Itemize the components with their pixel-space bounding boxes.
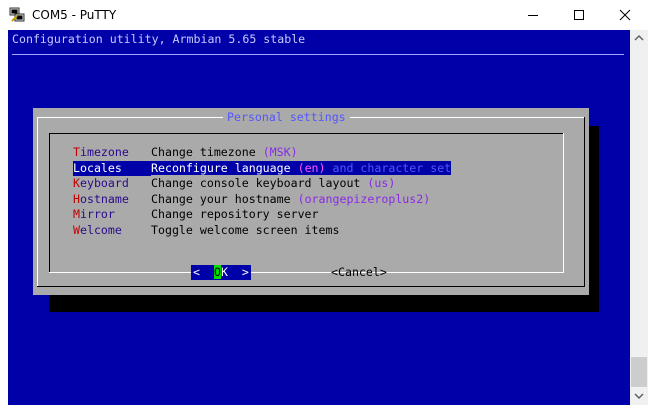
menu-item-desc-text: Reconfigure language xyxy=(151,161,298,175)
menu-item-tag: Timezone xyxy=(73,145,151,160)
menu-item-desc-text: Change timezone xyxy=(151,145,263,159)
menu-item-tag: Locales xyxy=(73,161,151,176)
menu-item-hotkey: M xyxy=(73,207,80,221)
menu-box-left xyxy=(49,133,50,272)
ok-button-cursor: O xyxy=(213,265,221,279)
menu-item-hotkey: K xyxy=(73,176,80,190)
scroll-down-icon[interactable] xyxy=(634,392,644,400)
menu-item[interactable]: Timezone Change timezone (MSK) xyxy=(73,145,298,160)
title-bar[interactable]: COM5 - PuTTY xyxy=(0,0,648,30)
menu-item-description: Reconfigure language (en) and character … xyxy=(151,161,452,175)
menu-item-description: Change console keyboard layout (us) xyxy=(151,176,395,190)
menu-box-corner xyxy=(49,248,50,249)
menu-item-tag-rest: ostname xyxy=(79,192,129,206)
menu-item-description: Change repository server xyxy=(151,207,319,221)
vertical-scrollbar[interactable] xyxy=(630,30,648,405)
menu-box-right xyxy=(563,133,564,272)
menu-item[interactable]: Hostname Change your hostname (orangepize… xyxy=(73,192,430,207)
menu-item-desc-text: Change your hostname xyxy=(151,192,298,206)
menu-item[interactable]: Mirror Change repository server xyxy=(73,207,319,222)
menu-box-bottom xyxy=(49,272,564,273)
dialog-title: Personal settings xyxy=(223,110,350,124)
ok-button-rest: K > xyxy=(220,265,249,279)
menu-item[interactable]: Locales Reconfigure language (en) and cha… xyxy=(73,161,452,176)
minimize-icon xyxy=(528,15,538,16)
menu-item-tag-rest: eyboard xyxy=(79,176,129,190)
menu-item-desc-value: (MSK) xyxy=(262,145,298,159)
menu-item-description: Change timezone (MSK) xyxy=(151,145,298,159)
menu-item-desc-value: (en) xyxy=(297,161,326,175)
menu-item-desc-value: (us) xyxy=(367,176,396,190)
dialog-frame-right xyxy=(584,117,585,287)
menu-item-tag: Hostname xyxy=(73,192,151,207)
terminal-header: Configuration utility, Armbian 5.65 stab… xyxy=(12,32,306,46)
menu-item-desc-text: Change repository server xyxy=(151,207,319,221)
menu-item-tag-rest: elcome xyxy=(79,223,122,237)
dialog-frame-left xyxy=(37,117,38,287)
menu-item-hotkey: W xyxy=(73,223,80,237)
menu-item-hotkey: L xyxy=(73,161,80,175)
maximize-button[interactable] xyxy=(556,0,602,30)
putty-icon[interactable] xyxy=(9,7,25,23)
scroll-up-icon[interactable] xyxy=(634,34,644,42)
menu-item-desc-extra: and character set xyxy=(325,161,452,175)
close-icon xyxy=(619,9,631,21)
scrollbar-thumb[interactable] xyxy=(631,357,647,387)
menu-item[interactable]: Welcome Toggle welcome screen items xyxy=(73,223,339,238)
cancel-button[interactable]: <Cancel> xyxy=(331,265,387,280)
menu-item-hotkey: T xyxy=(73,145,80,159)
close-button[interactable] xyxy=(602,0,648,30)
terminal-area[interactable]: Configuration utility, Armbian 5.65 stab… xyxy=(8,30,630,405)
menu-item-description: Change your hostname (orangepizeroplus2) xyxy=(151,192,430,206)
menu-item-hotkey: H xyxy=(73,192,80,206)
ok-button-left: < xyxy=(193,265,214,279)
header-divider xyxy=(12,54,624,55)
menu-item-tag-rest: imezone xyxy=(79,145,129,159)
dialog-frame-bottom xyxy=(37,286,585,287)
ok-button[interactable]: < OK > xyxy=(191,265,251,280)
menu-item-desc-value: (orangepizeroplus2) xyxy=(297,192,431,206)
maximize-icon xyxy=(574,10,584,20)
window-title: COM5 - PuTTY xyxy=(32,8,117,22)
menu-item[interactable]: Keyboard Change console keyboard layout (… xyxy=(73,176,395,191)
menu-item-tag: Keyboard xyxy=(73,176,151,191)
menu-item-tag-rest: ocales xyxy=(79,161,122,175)
menu-item-tag: Mirror xyxy=(73,207,151,222)
menu-item-tag-rest: irror xyxy=(79,207,115,221)
menu-box-top xyxy=(49,133,564,134)
putty-window: COM5 - PuTTY Configuration utility, Armb… xyxy=(0,0,648,408)
menu-item-desc-text: Change console keyboard layout xyxy=(151,176,368,190)
personal-settings-dialog: Personal settings Timezone Change timezon… xyxy=(33,108,589,295)
menu-item-desc-text: Toggle welcome screen items xyxy=(151,223,340,237)
menu-item-tag: Welcome xyxy=(73,223,151,238)
minimize-button[interactable] xyxy=(510,0,556,30)
menu-item-description: Toggle welcome screen items xyxy=(151,223,339,237)
